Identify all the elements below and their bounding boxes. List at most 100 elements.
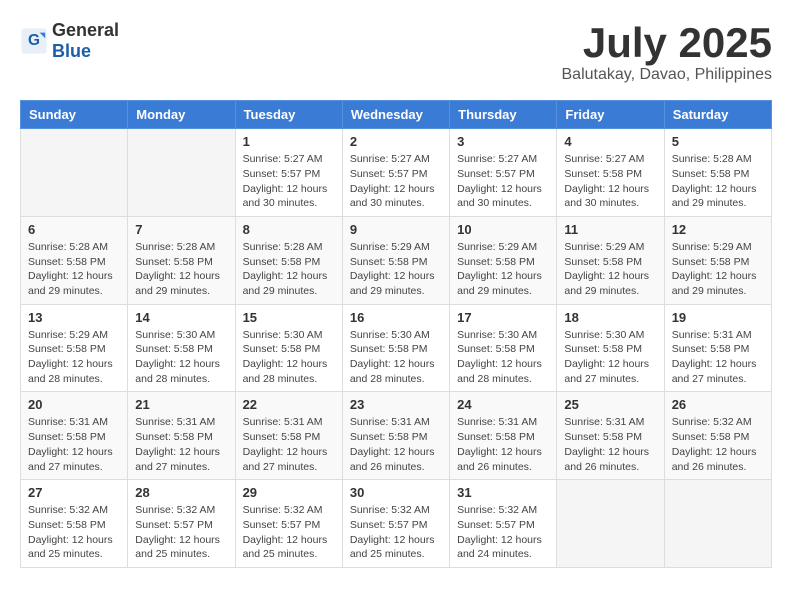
day-number: 18 — [564, 310, 656, 325]
calendar-cell: 1Sunrise: 5:27 AM Sunset: 5:57 PM Daylig… — [235, 129, 342, 217]
calendar-cell: 19Sunrise: 5:31 AM Sunset: 5:58 PM Dayli… — [664, 304, 771, 392]
day-info: Sunrise: 5:29 AM Sunset: 5:58 PM Dayligh… — [672, 240, 764, 299]
day-number: 12 — [672, 222, 764, 237]
calendar-cell: 29 Sunrise: 5:32 AM Sunset: 5:57 PM Dayli… — [235, 480, 342, 568]
day-info: Sunrise: 5:27 AM Sunset: 5:57 PM Dayligh… — [457, 152, 549, 211]
calendar-cell: 22 Sunrise: 5:31 AM Sunset: 5:58 PM Dayli… — [235, 392, 342, 480]
day-number: 21 — [135, 397, 227, 412]
day-info: Sunrise: 5:28 AM Sunset: 5:58 PM Dayligh… — [672, 152, 764, 211]
column-header-wednesday: Wednesday — [342, 101, 449, 129]
day-number: 9 — [350, 222, 442, 237]
logo-icon: G — [20, 27, 48, 55]
calendar-cell: 14Sunrise: 5:30 AM Sunset: 5:58 PM Dayli… — [128, 304, 235, 392]
day-info: Sunrise: 5:31 AM Sunset: 5:58 PM Dayligh… — [135, 415, 227, 474]
day-info: Sunrise: 5:31 AM Sunset: 5:58 PM Dayligh… — [350, 415, 442, 474]
day-number: 27 — [28, 485, 120, 500]
day-info: Sunrise: 5:27 AM Sunset: 5:57 PM Dayligh… — [350, 152, 442, 211]
day-info: Sunrise: 5:30 AM Sunset: 5:58 PM Dayligh… — [564, 328, 656, 387]
calendar-cell — [664, 480, 771, 568]
day-info: Sunrise: 5:28 AM Sunset: 5:58 PM Dayligh… — [28, 240, 120, 299]
calendar-cell: 24 Sunrise: 5:31 AM Sunset: 5:58 PM Dayli… — [450, 392, 557, 480]
day-number: 4 — [564, 134, 656, 149]
day-number: 5 — [672, 134, 764, 149]
calendar-cell: 25Sunrise: 5:31 AM Sunset: 5:58 PM Dayli… — [557, 392, 664, 480]
calendar-cell: 17Sunrise: 5:30 AM Sunset: 5:58 PM Dayli… — [450, 304, 557, 392]
day-info: Sunrise: 5:31 AM Sunset: 5:58 PM Dayligh… — [457, 415, 549, 474]
day-info: Sunrise: 5:28 AM Sunset: 5:58 PM Dayligh… — [243, 240, 335, 299]
calendar-body: 1Sunrise: 5:27 AM Sunset: 5:57 PM Daylig… — [21, 129, 772, 568]
svg-text:G: G — [28, 32, 40, 49]
week-row-5: 27 Sunrise: 5:32 AM Sunset: 5:58 PM Dayli… — [21, 480, 772, 568]
page-header: G General Blue July 2025 Balutakay, Dava… — [20, 20, 772, 84]
week-row-1: 1Sunrise: 5:27 AM Sunset: 5:57 PM Daylig… — [21, 129, 772, 217]
logo: G General Blue — [20, 20, 119, 62]
location-title: Balutakay, Davao, Philippines — [562, 66, 773, 84]
day-info: Sunrise: 5:31 AM Sunset: 5:58 PM Dayligh… — [28, 415, 120, 474]
day-info: Sunrise: 5:30 AM Sunset: 5:58 PM Dayligh… — [350, 328, 442, 387]
day-number: 6 — [28, 222, 120, 237]
header-row: SundayMondayTuesdayWednesdayThursdayFrid… — [21, 101, 772, 129]
column-header-thursday: Thursday — [450, 101, 557, 129]
day-number: 8 — [243, 222, 335, 237]
day-info: Sunrise: 5:31 AM Sunset: 5:58 PM Dayligh… — [243, 415, 335, 474]
calendar-header: SundayMondayTuesdayWednesdayThursdayFrid… — [21, 101, 772, 129]
day-number: 28 — [135, 485, 227, 500]
day-info: Sunrise: 5:32 AM Sunset: 5:58 PM Dayligh… — [28, 503, 120, 562]
column-header-tuesday: Tuesday — [235, 101, 342, 129]
day-info: Sunrise: 5:29 AM Sunset: 5:58 PM Dayligh… — [350, 240, 442, 299]
day-info: Sunrise: 5:29 AM Sunset: 5:58 PM Dayligh… — [28, 328, 120, 387]
day-info: Sunrise: 5:32 AM Sunset: 5:58 PM Dayligh… — [672, 415, 764, 474]
day-number: 17 — [457, 310, 549, 325]
logo-general: General — [52, 20, 119, 40]
day-number: 2 — [350, 134, 442, 149]
day-number: 14 — [135, 310, 227, 325]
day-info: Sunrise: 5:27 AM Sunset: 5:58 PM Dayligh… — [564, 152, 656, 211]
day-number: 30 — [350, 485, 442, 500]
day-number: 26 — [672, 397, 764, 412]
calendar-cell: 3Sunrise: 5:27 AM Sunset: 5:57 PM Daylig… — [450, 129, 557, 217]
calendar-cell: 18 Sunrise: 5:30 AM Sunset: 5:58 PM Dayli… — [557, 304, 664, 392]
logo-text: General Blue — [52, 20, 119, 62]
column-header-monday: Monday — [128, 101, 235, 129]
column-header-saturday: Saturday — [664, 101, 771, 129]
calendar-cell — [557, 480, 664, 568]
day-number: 31 — [457, 485, 549, 500]
week-row-4: 20 Sunrise: 5:31 AM Sunset: 5:58 PM Dayli… — [21, 392, 772, 480]
day-number: 13 — [28, 310, 120, 325]
calendar-table: SundayMondayTuesdayWednesdayThursdayFrid… — [20, 100, 772, 568]
calendar-cell: 15Sunrise: 5:30 AM Sunset: 5:58 PM Dayli… — [235, 304, 342, 392]
calendar-cell: 31 Sunrise: 5:32 AM Sunset: 5:57 PM Dayli… — [450, 480, 557, 568]
calendar-cell: 10Sunrise: 5:29 AM Sunset: 5:58 PM Dayli… — [450, 216, 557, 304]
calendar-cell: 11Sunrise: 5:29 AM Sunset: 5:58 PM Dayli… — [557, 216, 664, 304]
day-number: 20 — [28, 397, 120, 412]
calendar-cell: 13 Sunrise: 5:29 AM Sunset: 5:58 PM Dayli… — [21, 304, 128, 392]
day-info: Sunrise: 5:32 AM Sunset: 5:57 PM Dayligh… — [243, 503, 335, 562]
day-number: 16 — [350, 310, 442, 325]
calendar-cell: 20 Sunrise: 5:31 AM Sunset: 5:58 PM Dayli… — [21, 392, 128, 480]
calendar-cell: 16 Sunrise: 5:30 AM Sunset: 5:58 PM Dayli… — [342, 304, 449, 392]
day-info: Sunrise: 5:30 AM Sunset: 5:58 PM Dayligh… — [243, 328, 335, 387]
day-info: Sunrise: 5:32 AM Sunset: 5:57 PM Dayligh… — [457, 503, 549, 562]
day-number: 24 — [457, 397, 549, 412]
calendar-cell: 8 Sunrise: 5:28 AM Sunset: 5:58 PM Daylig… — [235, 216, 342, 304]
logo-blue: Blue — [52, 41, 91, 61]
day-number: 25 — [564, 397, 656, 412]
day-number: 29 — [243, 485, 335, 500]
day-number: 7 — [135, 222, 227, 237]
day-info: Sunrise: 5:28 AM Sunset: 5:58 PM Dayligh… — [135, 240, 227, 299]
calendar-cell: 7 Sunrise: 5:28 AM Sunset: 5:58 PM Daylig… — [128, 216, 235, 304]
month-title: July 2025 — [562, 20, 773, 66]
column-header-sunday: Sunday — [21, 101, 128, 129]
calendar-cell: 27 Sunrise: 5:32 AM Sunset: 5:58 PM Dayli… — [21, 480, 128, 568]
week-row-3: 13 Sunrise: 5:29 AM Sunset: 5:58 PM Dayli… — [21, 304, 772, 392]
calendar-cell — [128, 129, 235, 217]
day-number: 22 — [243, 397, 335, 412]
calendar-cell: 4 Sunrise: 5:27 AM Sunset: 5:58 PM Daylig… — [557, 129, 664, 217]
day-number: 11 — [564, 222, 656, 237]
day-info: Sunrise: 5:27 AM Sunset: 5:57 PM Dayligh… — [243, 152, 335, 211]
calendar-cell: 6 Sunrise: 5:28 AM Sunset: 5:58 PM Daylig… — [21, 216, 128, 304]
calendar-cell: 5 Sunrise: 5:28 AM Sunset: 5:58 PM Daylig… — [664, 129, 771, 217]
day-number: 23 — [350, 397, 442, 412]
calendar-cell: 12 Sunrise: 5:29 AM Sunset: 5:58 PM Dayli… — [664, 216, 771, 304]
day-number: 19 — [672, 310, 764, 325]
